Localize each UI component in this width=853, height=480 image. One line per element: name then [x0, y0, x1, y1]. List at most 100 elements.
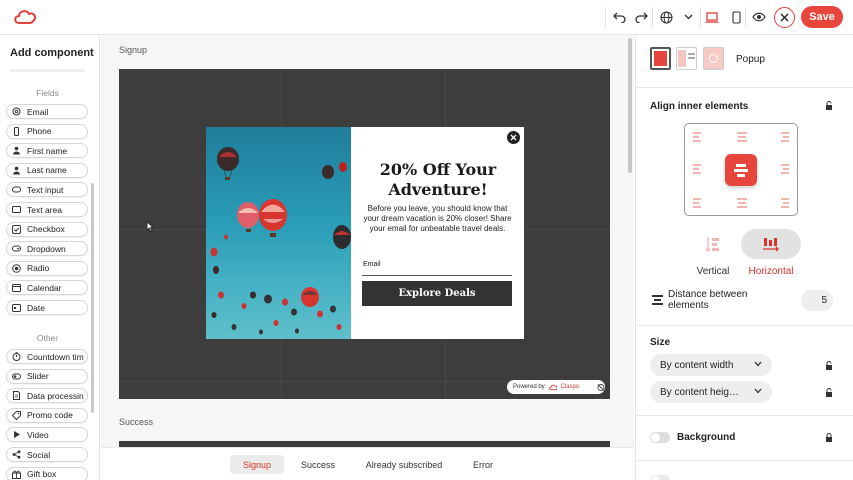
canvas-scrollbar[interactable]: [628, 38, 632, 173]
tab-success[interactable]: Success: [294, 455, 342, 474]
component-phone[interactable]: Phone: [6, 123, 88, 139]
next-toggle[interactable]: [650, 475, 670, 480]
layout-thumbnail-image-left[interactable]: [650, 47, 671, 70]
text-input-icon: [12, 185, 21, 194]
component-label: Social: [27, 449, 51, 460]
radio-icon: [12, 263, 21, 273]
person-icon: [12, 166, 21, 175]
powered-by-badge[interactable]: Powered by Claspo: [507, 380, 605, 394]
height-mode-select[interactable]: By content heig…: [650, 381, 772, 403]
undo-icon[interactable]: [610, 8, 628, 26]
tab-already-subscribed[interactable]: Already subscribed: [358, 455, 450, 474]
popup-body-text[interactable]: Before you leave, you should know that y…: [360, 204, 515, 234]
vertical-direction-button[interactable]: [683, 229, 743, 259]
powered-by-text: Powered by: [513, 384, 545, 390]
mobile-icon[interactable]: [727, 8, 745, 26]
component-radio[interactable]: Radio: [6, 260, 88, 276]
save-button[interactable]: Save: [801, 6, 843, 28]
component-last-name[interactable]: Last name: [6, 162, 88, 178]
width-mode-select[interactable]: By content width: [650, 354, 772, 376]
distance-input[interactable]: 5: [801, 290, 833, 311]
screen-tabs: Signup Success Already subscribed Error: [101, 447, 634, 480]
checkbox-icon: [12, 224, 21, 234]
divider: [10, 69, 85, 72]
component-label: Last name: [27, 165, 67, 176]
chevron-down-icon: [754, 361, 762, 367]
toolbar-divider: [745, 7, 746, 27]
divider: [636, 87, 853, 88]
component-first-name[interactable]: First name: [6, 143, 88, 159]
component-email[interactable]: Email: [6, 104, 88, 119]
eye-icon[interactable]: [750, 8, 768, 26]
dropdown-icon: [12, 244, 21, 253]
unlock-icon[interactable]: [825, 388, 833, 397]
explore-deals-button[interactable]: Explore Deals: [362, 281, 512, 306]
divider: [636, 415, 853, 416]
close-icon: [510, 134, 517, 141]
hot-air-balloon-image: [206, 127, 351, 339]
slider-icon: [12, 372, 21, 381]
component-slider[interactable]: Slider: [6, 368, 88, 384]
close-button[interactable]: [774, 7, 795, 28]
unlock-icon[interactable]: [825, 101, 833, 110]
height-mode-value: By content heig…: [660, 386, 739, 398]
calendar-icon: [12, 283, 21, 293]
component-label: Checkbox: [27, 224, 65, 235]
component-countdown-tim[interactable]: Countdown tim: [6, 349, 88, 364]
cloud-logo-icon[interactable]: [13, 9, 37, 25]
add-component-panel: Add component Fields Email Phone First nam…: [0, 35, 100, 480]
chevron-down-icon: [754, 388, 762, 394]
redo-icon[interactable]: [632, 8, 650, 26]
section-label-success: Success: [119, 417, 154, 427]
component-label: Date: [27, 302, 45, 313]
component-video[interactable]: Video: [6, 427, 88, 443]
cloud-logo-icon: [548, 384, 558, 390]
component-label: Data processin: [27, 390, 84, 401]
popup-close-button[interactable]: [507, 131, 520, 144]
component-checkbox[interactable]: Checkbox: [6, 221, 88, 237]
globe-icon[interactable]: [657, 8, 675, 26]
component-label: Phone: [27, 126, 52, 137]
component-dropdown[interactable]: Dropdown: [6, 241, 88, 257]
component-label: Email: [27, 106, 49, 117]
component-social[interactable]: Social: [6, 447, 88, 462]
scrollbar[interactable]: [91, 183, 94, 413]
component-data-processin[interactable]: Data processin: [6, 388, 88, 404]
unlock-icon[interactable]: [825, 361, 833, 370]
hide-badge-icon[interactable]: [597, 383, 605, 392]
spacing-icon: [652, 295, 663, 305]
component-promo-code[interactable]: Promo code: [6, 407, 88, 423]
tab-signup[interactable]: Signup: [230, 455, 284, 474]
component-label: Calendar: [27, 282, 62, 293]
align-center-option[interactable]: [725, 154, 757, 186]
email-field-label[interactable]: Email: [363, 261, 381, 268]
component-gift-box[interactable]: Gift box: [6, 466, 88, 480]
toolbar-divider: [652, 7, 653, 27]
layout-thumbnail-background[interactable]: [703, 47, 724, 70]
share-icon: [12, 450, 21, 459]
component-label: Radio: [27, 263, 50, 274]
component-calendar[interactable]: Calendar: [6, 280, 88, 296]
tab-error[interactable]: Error: [463, 455, 503, 474]
popup-title[interactable]: 20% Off Your Adventure!: [352, 160, 524, 200]
horizontal-layout-icon: [763, 238, 779, 252]
section-label-signup: Signup: [119, 45, 148, 55]
text-area-icon: [12, 205, 21, 214]
horizontal-direction-button[interactable]: [741, 229, 801, 259]
component-text-input[interactable]: Text input: [6, 182, 88, 198]
background-toggle[interactable]: [650, 432, 670, 443]
email-field[interactable]: [362, 275, 512, 276]
close-icon: [780, 13, 789, 22]
component-label: Text input: [27, 184, 64, 195]
person-icon: [12, 146, 21, 155]
top-bar: Save: [0, 0, 853, 35]
balloon: [217, 147, 239, 180]
component-label: Slider: [27, 371, 49, 382]
component-date[interactable]: Date: [6, 300, 88, 315]
component-text-area[interactable]: Text area: [6, 202, 88, 217]
layout-thumbnail-split[interactable]: [676, 47, 697, 70]
laptop-icon[interactable]: [703, 8, 721, 26]
chevron-down-icon[interactable]: [679, 8, 697, 26]
component-label: Dropdown: [27, 243, 66, 254]
lock-icon[interactable]: [825, 433, 833, 442]
